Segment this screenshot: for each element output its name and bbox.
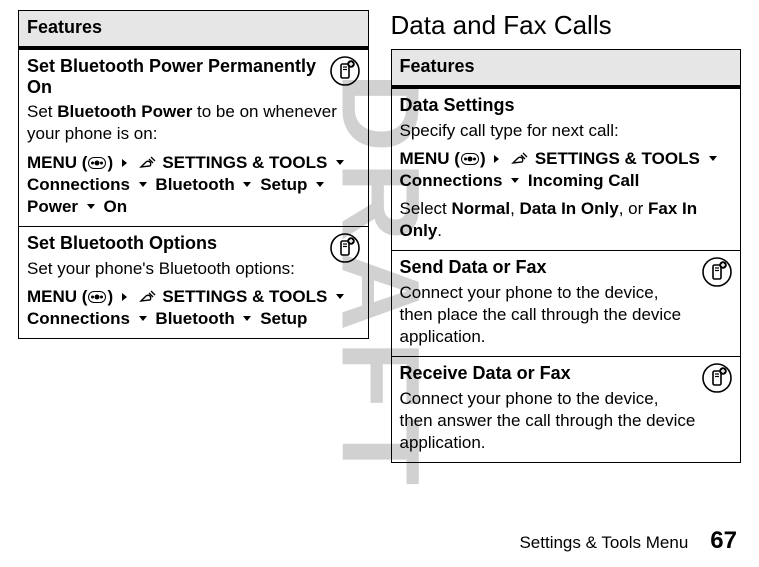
path-segment: Connections [400, 171, 503, 190]
row-title: Set Bluetooth Power Permanently On [27, 56, 360, 97]
nav-right-icon [122, 159, 127, 167]
text: Select [400, 199, 452, 218]
right-features-table: Features Data Settings Specify call type… [391, 49, 742, 463]
page-footer: Settings & Tools Menu 67 [519, 527, 737, 555]
tools-icon [138, 290, 156, 304]
settings-label: SETTINGS & TOOLS [162, 287, 327, 306]
settings-label: SETTINGS & TOOLS [162, 153, 327, 172]
settings-label: SETTINGS & TOOLS [535, 149, 700, 168]
path-segment: Setup [260, 309, 307, 328]
text: , [510, 199, 519, 218]
row-body: Connect your phone to the device, then p… [400, 282, 733, 348]
row-body: Connect your phone to the device, then a… [400, 388, 733, 454]
path-segment: Setup [260, 175, 307, 194]
path-segment: On [104, 197, 128, 216]
nav-right-icon [494, 155, 499, 163]
center-key-icon [88, 157, 106, 169]
table-row: Data Settings Specify call type for next… [391, 87, 741, 251]
nav-down-icon [243, 182, 251, 187]
right-column: Data and Fax Calls Features Data Setting… [391, 10, 742, 463]
table-row: Receive Data or Fax Connect your phone t… [391, 357, 741, 463]
path-segment: Bluetooth [155, 309, 234, 328]
option: Data In Only [520, 199, 619, 218]
select-line: Select Normal, Data In Only, or Fax In O… [400, 198, 733, 242]
device-icon [330, 56, 360, 86]
row-body: Set your phone's Bluetooth options: [27, 258, 360, 280]
nav-down-icon [709, 156, 717, 161]
nav-down-icon [139, 316, 147, 321]
path-segment: Connections [27, 175, 130, 194]
device-icon [330, 233, 360, 263]
center-key-icon [461, 153, 479, 165]
row-title: Receive Data or Fax [400, 363, 733, 384]
menu-path: MENU () SETTINGS & TOOLS C [27, 152, 360, 218]
nav-down-icon [139, 182, 147, 187]
nav-right-icon [122, 293, 127, 301]
row-body: Set Bluetooth Power to be on whenever yo… [27, 101, 360, 145]
table-row: Set Bluetooth Power Permanently On Set B… [19, 48, 369, 226]
device-icon [702, 257, 732, 287]
menu-path: MENU () SETTINGS & TOOLS C [27, 286, 360, 330]
left-column: Features [18, 10, 369, 463]
row-body: Specify call type for next call: [400, 120, 733, 142]
device-icon [702, 363, 732, 393]
text: , or [619, 199, 648, 218]
right-table-header: Features [391, 50, 741, 88]
row-title: Send Data or Fax [400, 257, 733, 278]
row-title: Data Settings [400, 95, 733, 116]
nav-down-icon [511, 178, 519, 183]
table-row: Send Data or Fax Connect your phone to t… [391, 251, 741, 357]
option: Normal [451, 199, 510, 218]
nav-down-icon [336, 160, 344, 165]
left-table-header: Features [19, 11, 369, 49]
footer-label: Settings & Tools Menu [519, 533, 688, 553]
tools-icon [510, 152, 528, 166]
table-row: Set Bluetooth Options Set your phone's B… [19, 226, 369, 338]
path-segment: Power [27, 197, 78, 216]
menu-path: MENU () SETTINGS & TOOLS C [400, 148, 733, 192]
nav-down-icon [243, 316, 251, 321]
path-segment: Connections [27, 309, 130, 328]
text: . [437, 221, 442, 240]
path-segment: Bluetooth [155, 175, 234, 194]
nav-down-icon [316, 182, 324, 187]
menu-label: MENU [27, 287, 77, 306]
tools-icon [138, 156, 156, 170]
nav-down-icon [87, 204, 95, 209]
menu-label: MENU [27, 153, 77, 172]
page-number: 67 [710, 527, 737, 555]
path-segment: Incoming Call [528, 171, 639, 190]
left-features-table: Features [18, 10, 369, 339]
section-title: Data and Fax Calls [391, 10, 742, 41]
menu-label: MENU [400, 149, 450, 168]
center-key-icon [88, 291, 106, 303]
text-emphasis: Bluetooth Power [57, 102, 192, 121]
text: Set [27, 102, 57, 121]
row-title: Set Bluetooth Options [27, 233, 360, 254]
nav-down-icon [336, 294, 344, 299]
